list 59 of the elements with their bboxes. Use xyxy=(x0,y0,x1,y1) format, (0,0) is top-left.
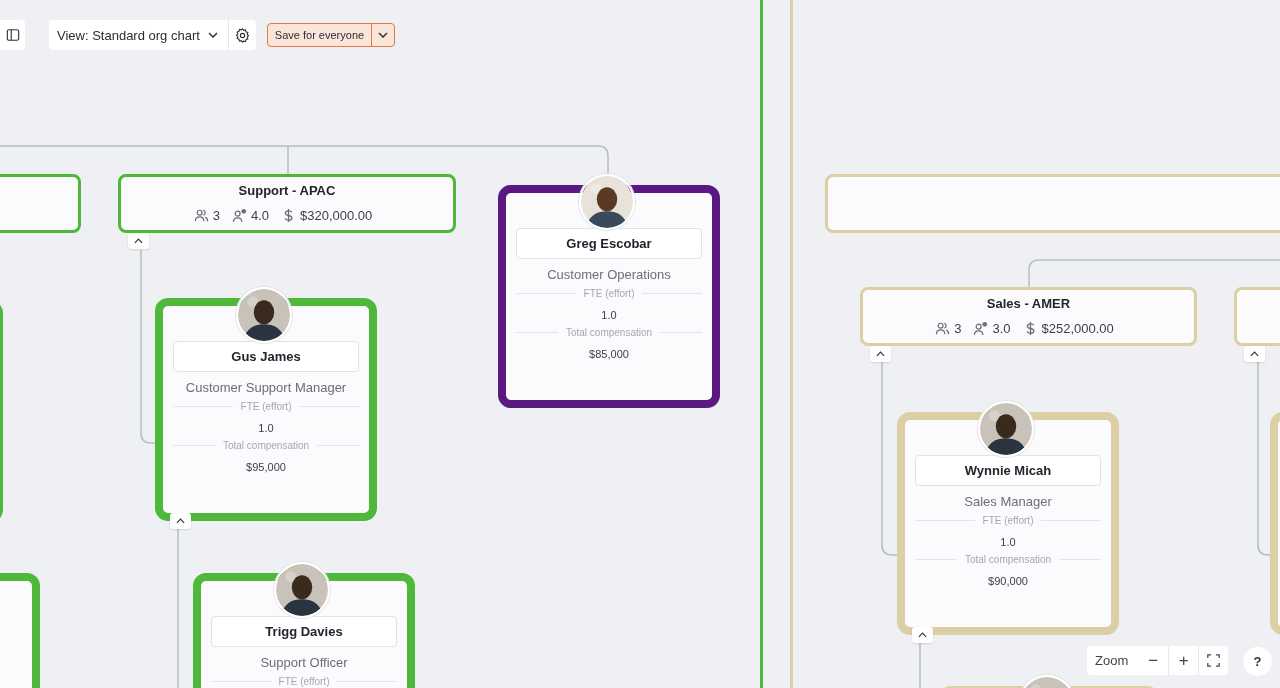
cost-value: $320,000.00 xyxy=(300,208,373,223)
field-label: FTE (effort) xyxy=(173,401,359,412)
chevron-icon xyxy=(918,632,927,638)
group-card[interactable]: Sales - AMER 3 3.0 $252,000.00 xyxy=(860,287,1197,346)
group-title: Sales - AMER xyxy=(986,296,1071,311)
job-title: Sales Manager xyxy=(964,494,1052,509)
field-label: FTE (effort) xyxy=(516,288,702,299)
fte-value: 1.0 xyxy=(1000,536,1016,548)
collapse-button[interactable] xyxy=(870,346,891,362)
chevron-icon xyxy=(176,518,185,524)
job-title: Support Officer xyxy=(260,655,348,670)
sidebar-icon xyxy=(5,28,20,42)
compensation-value: $95,000 xyxy=(246,461,286,473)
sidebar-toggle-button[interactable] xyxy=(0,20,25,50)
collapse-button[interactable] xyxy=(170,513,191,529)
person-name: Greg Escobar xyxy=(516,228,702,259)
zoom-in-button[interactable]: + xyxy=(1168,646,1199,675)
field-label: Total compensation xyxy=(173,440,359,451)
fullscreen-icon xyxy=(1207,654,1221,667)
job-title: Customer Support Manager xyxy=(185,380,347,395)
field-label: Total compensation xyxy=(516,327,702,338)
zoom-out-button[interactable]: − xyxy=(1138,646,1169,675)
gear-icon xyxy=(233,26,251,44)
person-name: Gus James xyxy=(173,341,359,372)
job-title: Customer Operations xyxy=(547,267,671,282)
group-title: Support - APAC xyxy=(238,183,336,198)
chevron-icon xyxy=(134,238,143,244)
caret-icon xyxy=(207,32,218,38)
person-badge-icon xyxy=(973,321,989,336)
collapse-button[interactable] xyxy=(1244,346,1265,362)
chevron-icon xyxy=(876,351,885,357)
fte-value: 1.0 xyxy=(601,309,617,321)
person-name: Wynnie Micah xyxy=(915,455,1101,486)
field-label: Total compensation xyxy=(915,554,1101,565)
caret-icon xyxy=(378,32,389,38)
fte-value: 1.0 xyxy=(258,422,274,434)
person-card[interactable]: Greg Escobar Customer Operations FTE (effort) 1.0 Total compensation $85,000 xyxy=(498,174,720,416)
field-label: FTE (effort) xyxy=(211,676,397,687)
collapse-button[interactable] xyxy=(912,627,933,643)
compensation-value: $85,000 xyxy=(589,348,629,360)
field-label: FTE (effort) xyxy=(915,515,1101,526)
person-name: Trigg Davies xyxy=(211,616,397,647)
headcount-value: 3 xyxy=(212,208,220,223)
person-card[interactable]: Gus James Customer Support Manager FTE (effort) 1.0 Total compensation $95,000 xyxy=(155,287,377,529)
person-badge-icon xyxy=(231,208,247,223)
cost-value: $252,000.00 xyxy=(1041,321,1114,336)
people-icon xyxy=(935,321,951,336)
group-card[interactable]: Support - APAC 3 4.0 $320,000.00 xyxy=(118,174,456,233)
fte-value: 4.0 xyxy=(250,208,269,223)
group-card[interactable] xyxy=(0,174,81,233)
zoom-label: Zoom xyxy=(1094,652,1130,670)
people-icon xyxy=(193,208,209,223)
fte-value: 3.0 xyxy=(992,321,1011,336)
headcount-value: 3 xyxy=(954,321,962,336)
help-button[interactable]: ? xyxy=(1243,647,1272,676)
chevron-icon xyxy=(1250,351,1259,357)
compensation-value: $90,000 xyxy=(988,575,1028,587)
person-card[interactable]: Wynnie Micah Sales Manager FTE (effort) 1.0 Total compensation $90,000 xyxy=(897,401,1119,643)
collapse-button[interactable] xyxy=(128,233,149,249)
